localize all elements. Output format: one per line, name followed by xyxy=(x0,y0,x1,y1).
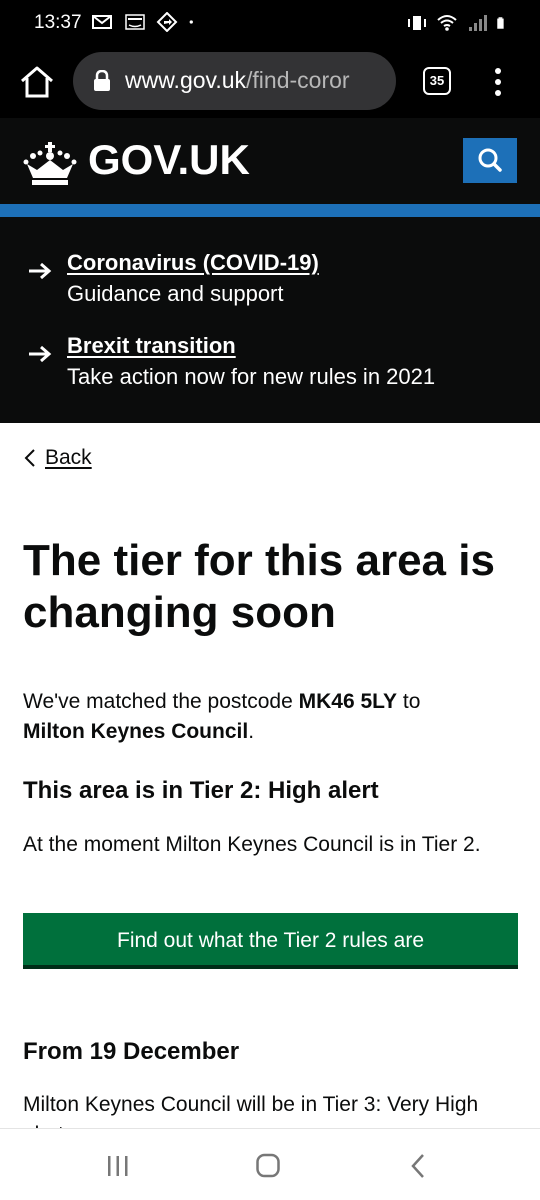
status-notification-icons xyxy=(92,12,200,32)
recent-apps-icon[interactable] xyxy=(106,1155,130,1177)
status-system-icons xyxy=(406,13,510,33)
vibrate-icon xyxy=(408,16,426,30)
council-name: Milton Keynes Council xyxy=(23,720,249,743)
url-path: /find-coror xyxy=(246,67,350,93)
current-tier-heading: This area is in Tier 2: High alert xyxy=(23,777,379,804)
status-time: 13:37 xyxy=(34,12,82,33)
battery-icon xyxy=(497,17,504,29)
lock-icon xyxy=(94,70,110,91)
chevron-left-icon xyxy=(24,449,35,467)
global-bar-promo: Coronavirus (COVID-19) Guidance and supp… xyxy=(0,217,540,423)
back-link-label: Back xyxy=(45,446,92,469)
promo-link-brexit[interactable]: Brexit transition xyxy=(67,333,236,359)
home-nav-icon[interactable] xyxy=(256,1153,280,1179)
promo-link-coronavirus[interactable]: Coronavirus (COVID-19) xyxy=(67,250,319,276)
current-tier-text: At the moment Milton Keynes Council is i… xyxy=(23,833,481,856)
address-bar[interactable]: www.gov.uk/find-coror xyxy=(73,52,396,110)
back-link[interactable]: Back xyxy=(23,446,92,470)
search-icon xyxy=(478,148,502,172)
govuk-logo-text[interactable]: GOV.UK xyxy=(88,136,250,184)
home-icon[interactable] xyxy=(18,64,56,100)
tab-switcher-button[interactable]: 35 xyxy=(423,67,451,95)
match-text-end: . xyxy=(248,720,255,743)
crown-logo-icon[interactable] xyxy=(23,140,77,186)
url-domain: www.gov.uk xyxy=(125,67,247,93)
url-text: www.gov.uk/find-coror xyxy=(125,67,350,94)
search-button[interactable] xyxy=(463,138,517,183)
header-blue-bar xyxy=(0,204,540,217)
navigation-icon xyxy=(156,12,178,32)
system-navigation-bar xyxy=(0,1128,540,1200)
wifi-icon xyxy=(437,15,457,31)
email-icon xyxy=(92,15,112,29)
match-text-mid: to xyxy=(397,690,421,713)
status-bar: 13:37 xyxy=(0,0,540,46)
amazon-icon xyxy=(125,14,145,30)
govuk-header: GOV.UK xyxy=(0,118,540,204)
future-tier-heading: From 19 December xyxy=(23,1038,240,1065)
postcode-value: MK46 5LY xyxy=(298,690,398,713)
more-options-icon[interactable] xyxy=(490,66,506,98)
match-text-start: We've matched the postcode xyxy=(23,690,299,713)
tier-rules-button[interactable]: Find out what the Tier 2 rules are xyxy=(23,913,518,969)
promo-desc-brexit: Take action now for new rules in 2021 xyxy=(67,364,436,389)
dot-icon xyxy=(189,20,193,24)
page-title: The tier for this area is changing soon xyxy=(23,536,495,637)
arrow-right-icon xyxy=(29,262,52,280)
future-tier-text: Milton Keynes Council will be in Tier 3:… xyxy=(23,1093,479,1128)
postcode-match-text: We've matched the postcode MK46 5LY to Mi… xyxy=(23,687,518,747)
back-nav-icon[interactable] xyxy=(410,1153,426,1179)
promo-desc-coronavirus: Guidance and support xyxy=(67,281,284,306)
browser-toolbar: www.gov.uk/find-coror 35 xyxy=(0,46,540,118)
arrow-right-icon xyxy=(29,345,52,363)
signal-icon xyxy=(469,15,487,31)
